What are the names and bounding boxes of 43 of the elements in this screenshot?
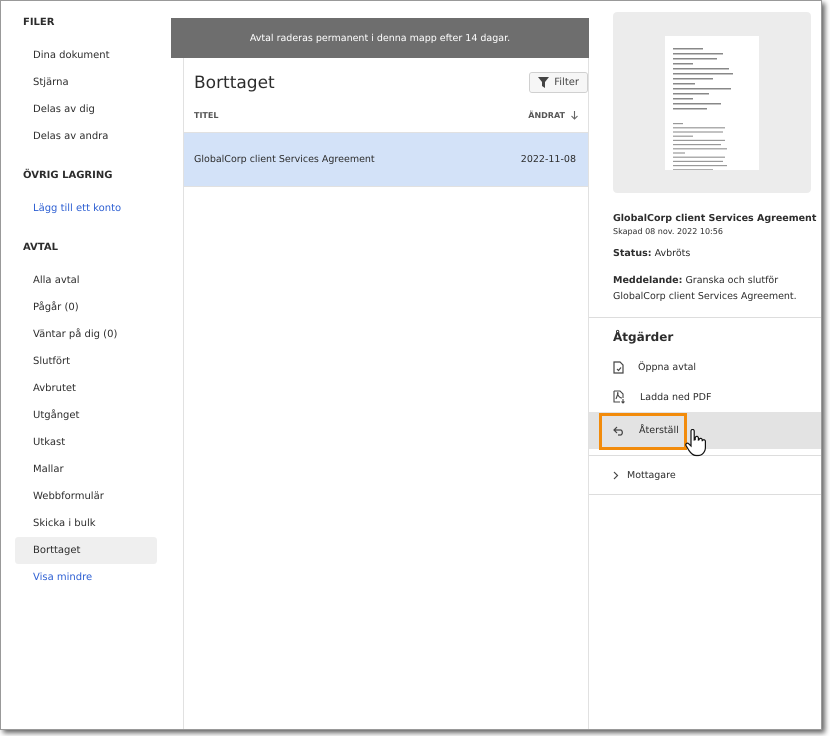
section-heading: Åtgärder <box>613 330 674 344</box>
sidebar-item[interactable]: Delas av andra <box>15 123 157 150</box>
table-cell: GlobalCorp client Services Agreement <box>194 154 375 165</box>
recipients-toggle[interactable]: Mottagare <box>589 455 821 495</box>
page-title: Borttaget <box>194 72 275 92</box>
sidebar-item[interactable]: Dina dokument <box>15 42 157 69</box>
info-banner: Avtal raderas permanent i denna mapp efter 14 dagar. <box>171 18 589 58</box>
filter-button[interactable]: Filter <box>529 72 588 93</box>
table-cell: 2022-11-08 <box>520 154 576 165</box>
section-heading: AVTAL <box>22 242 59 253</box>
column-header[interactable]: TITEL <box>194 111 218 120</box>
section-heading: ÖVRIG LAGRING <box>22 170 114 181</box>
sidebar-link[interactable]: Lägg till ett konto <box>15 195 157 222</box>
filter-icon <box>538 77 550 88</box>
action-item[interactable]: Öppna avtal <box>589 352 821 382</box>
chevron-icon <box>613 470 619 480</box>
sort-arrow-icon[interactable] <box>571 111 578 120</box>
created-date: Skapad 08 nov. 2022 10:56 <box>613 227 724 236</box>
document-icon <box>613 360 624 374</box>
message-text: Meddelande: Granska och slutför GlobalCorp client Services Agreement. <box>613 274 798 304</box>
sidebar-item[interactable]: Mallar <box>15 456 157 483</box>
sidebar-item[interactable]: Väntar på dig (0) <box>15 321 157 348</box>
sidebar-item[interactable]: Pågår (0) <box>15 294 157 321</box>
sidebar-item[interactable]: Utkast <box>15 429 157 456</box>
sidebar-item[interactable]: Alla avtal <box>15 267 157 294</box>
undo-icon <box>613 426 625 436</box>
sidebar-item[interactable]: Webbformulär <box>15 483 157 510</box>
action-item[interactable]: Ladda ned PDF <box>589 382 821 412</box>
hand-cursor-icon <box>685 429 707 457</box>
sidebar-item[interactable]: Avbrutet <box>15 375 157 402</box>
sidebar-item[interactable]: Delas av dig <box>15 96 157 123</box>
table-row[interactable]: GlobalCorp client Services Agreement 2022-11-08 <box>184 132 588 187</box>
sidebar-item[interactable]: Skicka i bulk <box>15 510 157 537</box>
pdf-download-icon <box>613 390 626 404</box>
sidebar-item[interactable]: Utgånget <box>15 402 157 429</box>
status-text: Status: Avbröts <box>613 248 692 259</box>
sidebar-link[interactable]: Visa mindre <box>15 564 157 591</box>
agreement-title: GlobalCorp client Services Agreement <box>613 213 818 224</box>
column-header[interactable]: ÄNDRAT <box>528 111 565 120</box>
sidebar-item[interactable]: Slutfört <box>15 348 157 375</box>
sidebar-item[interactable]: Stjärna <box>15 69 157 96</box>
section-heading: FILER <box>22 17 56 28</box>
sidebar-item[interactable]: Borttaget <box>15 537 157 564</box>
